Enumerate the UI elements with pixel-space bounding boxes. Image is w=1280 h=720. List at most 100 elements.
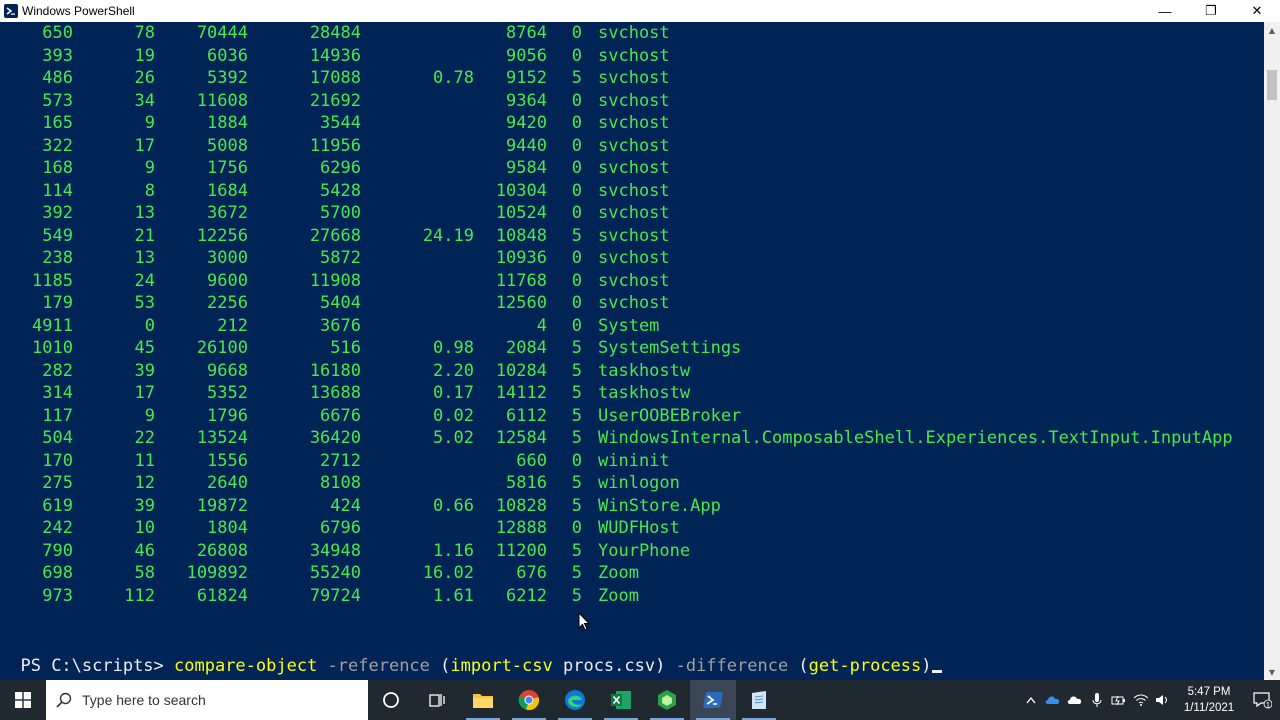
process-id-cell: 11768 [495,270,547,291]
process-row: 168 9 1756 6296 9584 0 svchost [0,157,1264,180]
process-row: 1010 45 26100 516 0.98 2084 5 SystemSettings [0,337,1264,360]
volume-icon[interactable] [1152,680,1174,720]
excel-button[interactable] [598,680,644,720]
session-id-cell: 5 [571,563,582,583]
prompt-path: PS C:\scripts> [20,656,175,676]
close-button[interactable]: ✕ [1234,0,1280,22]
handles-cell: 393 [42,45,73,66]
npm-k-cell: 13 [134,203,155,223]
excel-icon [611,691,631,709]
process-row: 573 34 11608 21692 9364 0 svchost [0,90,1264,113]
chrome-icon [518,690,539,711]
console-output[interactable]: 650 78 70444 28484 8764 0 svchost 393 19 6036 1493… [0,22,1264,680]
process-id-cell: 12560 [495,293,547,313]
chrome-button[interactable] [506,680,552,720]
onedrive-icon[interactable] [1042,680,1064,720]
npm-k-cell: 34 [134,90,155,111]
scroll-down-arrow-icon[interactable]: ▼ [1264,664,1280,680]
process-name-cell: UserOOBEBroker [598,405,742,426]
ws-k-cell: 3544 [320,113,361,133]
cpu-s-cell: 0.17 [433,383,474,403]
process-id-cell: 10848 [495,225,547,246]
cortana-button[interactable] [368,680,414,720]
close-paren: ) [655,656,666,676]
handles-cell: 314 [42,383,73,403]
pm-k-cell: 26100 [196,338,248,358]
minimize-button[interactable]: — [1142,0,1188,22]
ws-k-cell: 21692 [309,90,361,111]
text-cursor [931,670,942,673]
process-id-cell: 10936 [495,248,547,268]
session-id-cell: 0 [571,248,582,268]
pm-k-cell: 109892 [186,563,248,583]
ws-k-cell: 6296 [320,158,361,178]
ws-k-cell: 13688 [309,383,361,403]
powershell-button[interactable] [690,680,736,720]
pm-k-cell: 212 [217,315,248,336]
process-row: 170 11 1556 2712 660 0 wininit [0,450,1264,473]
process-id-cell: 5816 [506,473,547,493]
process-row: 242 10 1804 6796 12888 0 WUDFHost [0,517,1264,540]
vertical-scrollbar[interactable]: ▲ ▼ [1264,22,1280,680]
process-id-cell: 8764 [506,23,547,43]
cpu-s-cell: 24.19 [422,225,474,246]
process-id-cell: 9584 [506,158,547,178]
file-explorer-icon [473,694,493,708]
microphone-icon[interactable] [1086,680,1108,720]
process-id-cell: 14112 [495,383,547,403]
process-row: 392 13 3672 5700 10524 0 svchost [0,202,1264,225]
session-id-cell: 0 [571,23,582,43]
pm-k-cell: 1756 [207,158,248,178]
process-name-cell: svchost [598,90,670,111]
cube-app-icon [658,690,676,710]
session-id-cell: 0 [571,315,582,336]
process-id-cell: 4 [536,315,547,336]
process-name-cell: YourPhone [598,540,691,561]
handles-cell: 170 [42,450,73,471]
system-tray: 5:47 PM 1/11/2021 1 [1020,680,1280,720]
cortana-icon [383,692,399,708]
handles-cell: 238 [42,248,73,268]
session-id-cell: 0 [571,135,582,156]
taskbar-search-box[interactable]: Type here to search [46,680,368,720]
handles-cell: 114 [42,180,73,201]
process-row: 549 21 12256 27668 24.19 10848 5 svchost [0,225,1264,248]
cloud-icon[interactable] [1064,680,1086,720]
session-id-cell: 0 [571,180,582,201]
process-row: 314 17 5352 13688 0.17 14112 5 taskhostw [0,382,1264,405]
pm-k-cell: 6036 [207,45,248,66]
process-row: 117 9 1796 6676 0.02 6112 5 UserOOBEBroker [0,405,1264,428]
notepad-button[interactable] [736,680,782,720]
command-name: compare-object [174,656,318,676]
process-row: 650 78 70444 28484 8764 0 svchost [0,22,1264,45]
pm-k-cell: 1796 [207,405,248,426]
prompt-line[interactable]: PS C:\scripts> compare-object -reference… [0,630,942,676]
handles-cell: 1185 [32,270,73,291]
ws-k-cell: 34948 [309,540,361,561]
process-name-cell: svchost [598,45,670,66]
handles-cell: 168 [42,158,73,178]
npm-k-cell: 19 [134,45,155,66]
clock[interactable]: 5:47 PM 1/11/2021 [1174,684,1244,716]
wifi-icon[interactable] [1130,680,1152,720]
action-center-button[interactable]: 1 [1244,680,1280,720]
npm-k-cell: 8 [144,180,155,201]
edge-button[interactable] [552,680,598,720]
handles-cell: 4911 [32,315,73,336]
npm-k-cell: 13 [134,248,155,268]
process-name-cell: taskhostw [598,383,691,403]
session-id-cell: 5 [571,495,582,516]
npm-k-cell: 46 [134,540,155,561]
start-button[interactable] [0,680,46,720]
scroll-up-arrow-icon[interactable]: ▲ [1264,22,1280,38]
process-name-cell: wininit [598,450,670,471]
npm-k-cell: 0 [144,315,155,336]
mouse-pointer-icon [578,612,590,631]
cube-app-button[interactable] [644,680,690,720]
power-plug-icon[interactable] [1108,680,1130,720]
file-explorer-button[interactable] [460,680,506,720]
task-view-button[interactable] [414,680,460,720]
scroll-thumb[interactable] [1267,70,1277,100]
show-hidden-icons-chevron-icon[interactable] [1020,680,1042,720]
restore-button[interactable]: ❐ [1188,0,1234,22]
